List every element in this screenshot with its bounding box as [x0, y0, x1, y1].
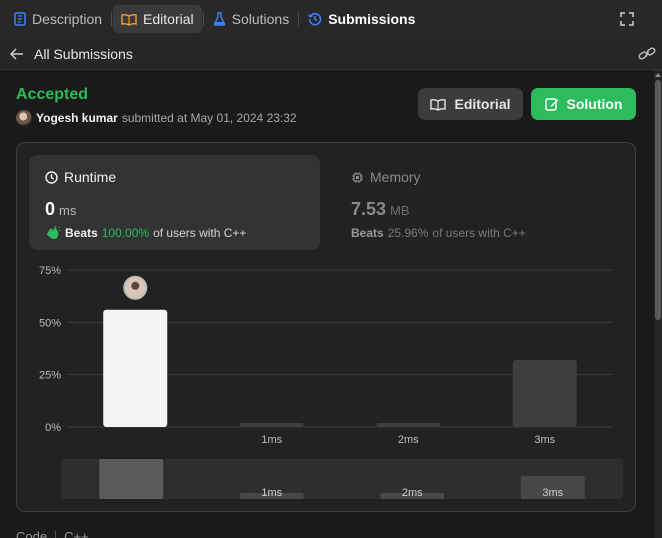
tab-submissions-label: Submissions	[328, 11, 416, 27]
code-divider	[55, 530, 57, 538]
book-icon	[121, 13, 137, 26]
solution-button[interactable]: Solution	[531, 88, 636, 120]
performance-card: Runtime 0 ms Beats 100.00% of users with …	[16, 142, 636, 512]
submitted-time: submitted at May 01, 2024 23:32	[121, 111, 297, 125]
tab-bar: Description Editorial Solutions Submissi…	[0, 0, 662, 38]
flask-icon	[213, 12, 225, 26]
document-icon	[14, 12, 26, 26]
tab-divider	[202, 12, 204, 26]
edit-icon	[544, 98, 558, 111]
tab-description[interactable]: Description	[6, 5, 110, 33]
solution-button-label: Solution	[566, 96, 623, 112]
tab-editorial[interactable]: Editorial	[113, 5, 202, 33]
submission-status: Accepted	[16, 86, 89, 103]
y-tick-label: 50%	[39, 317, 61, 329]
history-icon	[308, 12, 322, 26]
y-tick-label: 75%	[39, 265, 61, 277]
chart-bar[interactable]	[376, 422, 441, 427]
username-link[interactable]: Yogesh kumar	[36, 111, 118, 125]
overview-label: 3ms	[542, 487, 563, 499]
runtime-distribution-chart[interactable]: 0% 25% 50% 75% 1ms 2ms 3ms 1ms 2ms 3ms	[17, 143, 635, 511]
book-icon	[430, 98, 447, 111]
scroll-up-icon[interactable]	[655, 72, 661, 78]
expand-icon[interactable]	[620, 12, 634, 26]
code-section-header: Code C++	[16, 529, 89, 538]
code-language: C++	[64, 529, 89, 538]
back-button[interactable]	[10, 47, 24, 60]
editorial-button-label: Editorial	[454, 96, 511, 112]
all-submissions-link[interactable]: All Submissions	[34, 46, 133, 62]
x-tick-label: 1ms	[261, 434, 282, 446]
chart-bar[interactable]	[512, 360, 577, 427]
link-icon[interactable]	[638, 46, 656, 62]
y-tick-label: 0%	[45, 422, 61, 434]
tab-editorial-label: Editorial	[143, 11, 194, 27]
overview-label: 2ms	[402, 487, 423, 499]
avatar[interactable]	[16, 110, 32, 126]
y-tick-label: 25%	[39, 370, 61, 382]
tab-solutions[interactable]: Solutions	[205, 5, 298, 33]
tab-description-label: Description	[32, 11, 103, 27]
user-avatar-marker-figure	[131, 281, 140, 290]
chart-bar[interactable]	[239, 422, 304, 427]
tab-solutions-label: Solutions	[231, 11, 290, 27]
code-label: Code	[16, 529, 48, 538]
scrollbar-thumb[interactable]	[655, 80, 661, 320]
tab-submissions[interactable]: Submissions	[300, 5, 423, 33]
x-tick-label: 2ms	[398, 434, 419, 446]
tab-divider	[111, 12, 113, 26]
editorial-button[interactable]: Editorial	[418, 88, 523, 120]
overview-label: 1ms	[261, 487, 282, 499]
overview-bar	[99, 459, 164, 499]
x-tick-label: 3ms	[534, 434, 555, 446]
submissions-header: All Submissions	[0, 38, 662, 70]
arrow-left-icon	[10, 47, 23, 60]
tab-divider	[298, 12, 300, 26]
submission-meta: Yogesh kumar submitted at May 01, 2024 2…	[16, 110, 297, 126]
chart-bar[interactable]	[103, 309, 168, 427]
